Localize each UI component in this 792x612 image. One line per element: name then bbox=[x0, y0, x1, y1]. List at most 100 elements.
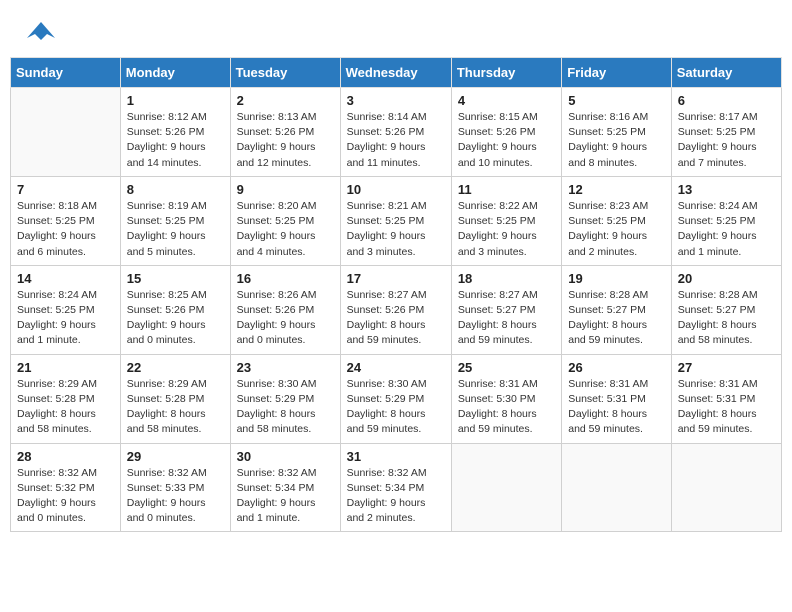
day-cell: 24 Sunrise: 8:30 AM Sunset: 5:29 PM Dayli… bbox=[340, 354, 451, 443]
day-number: 31 bbox=[347, 449, 445, 464]
day-number: 4 bbox=[458, 93, 555, 108]
day-cell: 31 Sunrise: 8:32 AM Sunset: 5:34 PM Dayli… bbox=[340, 443, 451, 532]
week-row-1: 7 Sunrise: 8:18 AM Sunset: 5:25 PM Daylig… bbox=[11, 176, 782, 265]
day-cell: 19 Sunrise: 8:28 AM Sunset: 5:27 PM Dayli… bbox=[562, 265, 671, 354]
day-info: Sunrise: 8:12 AM Sunset: 5:26 PM Dayligh… bbox=[127, 110, 224, 171]
day-number: 2 bbox=[237, 93, 334, 108]
day-cell: 10 Sunrise: 8:21 AM Sunset: 5:25 PM Dayli… bbox=[340, 176, 451, 265]
day-cell bbox=[11, 88, 121, 177]
day-info: Sunrise: 8:32 AM Sunset: 5:33 PM Dayligh… bbox=[127, 466, 224, 527]
day-info: Sunrise: 8:22 AM Sunset: 5:25 PM Dayligh… bbox=[458, 199, 555, 260]
day-number: 8 bbox=[127, 182, 224, 197]
day-number: 25 bbox=[458, 360, 555, 375]
day-number: 18 bbox=[458, 271, 555, 286]
day-number: 14 bbox=[17, 271, 114, 286]
day-cell: 23 Sunrise: 8:30 AM Sunset: 5:29 PM Dayli… bbox=[230, 354, 340, 443]
day-info: Sunrise: 8:25 AM Sunset: 5:26 PM Dayligh… bbox=[127, 288, 224, 349]
day-number: 20 bbox=[678, 271, 775, 286]
day-cell: 12 Sunrise: 8:23 AM Sunset: 5:25 PM Dayli… bbox=[562, 176, 671, 265]
page-header bbox=[10, 10, 782, 52]
day-info: Sunrise: 8:18 AM Sunset: 5:25 PM Dayligh… bbox=[17, 199, 114, 260]
day-info: Sunrise: 8:21 AM Sunset: 5:25 PM Dayligh… bbox=[347, 199, 445, 260]
day-cell: 15Sunrise: 8:25 AM Sunset: 5:26 PM Dayli… bbox=[120, 265, 230, 354]
weekday-wednesday: Wednesday bbox=[340, 58, 451, 88]
day-cell: 7 Sunrise: 8:18 AM Sunset: 5:25 PM Daylig… bbox=[11, 176, 121, 265]
day-number: 22 bbox=[127, 360, 224, 375]
day-info: Sunrise: 8:26 AM Sunset: 5:26 PM Dayligh… bbox=[237, 288, 334, 349]
day-info: Sunrise: 8:28 AM Sunset: 5:27 PM Dayligh… bbox=[568, 288, 664, 349]
day-cell: 29 Sunrise: 8:32 AM Sunset: 5:33 PM Dayli… bbox=[120, 443, 230, 532]
day-number: 11 bbox=[458, 182, 555, 197]
day-number: 1 bbox=[127, 93, 224, 108]
day-cell: 22 Sunrise: 8:29 AM Sunset: 5:28 PM Dayli… bbox=[120, 354, 230, 443]
day-info: Sunrise: 8:30 AM Sunset: 5:29 PM Dayligh… bbox=[347, 377, 445, 438]
day-info: Sunrise: 8:19 AM Sunset: 5:25 PM Dayligh… bbox=[127, 199, 224, 260]
day-info: Sunrise: 8:31 AM Sunset: 5:31 PM Dayligh… bbox=[568, 377, 664, 438]
day-number: 6 bbox=[678, 93, 775, 108]
day-info: Sunrise: 8:32 AM Sunset: 5:34 PM Dayligh… bbox=[347, 466, 445, 527]
day-number: 3 bbox=[347, 93, 445, 108]
day-info: Sunrise: 8:16 AM Sunset: 5:25 PM Dayligh… bbox=[568, 110, 664, 171]
day-info: Sunrise: 8:31 AM Sunset: 5:31 PM Dayligh… bbox=[678, 377, 775, 438]
day-number: 9 bbox=[237, 182, 334, 197]
day-info: Sunrise: 8:14 AM Sunset: 5:26 PM Dayligh… bbox=[347, 110, 445, 171]
day-info: Sunrise: 8:15 AM Sunset: 5:26 PM Dayligh… bbox=[458, 110, 555, 171]
day-number: 10 bbox=[347, 182, 445, 197]
day-number: 27 bbox=[678, 360, 775, 375]
day-cell: 18 Sunrise: 8:27 AM Sunset: 5:27 PM Dayli… bbox=[451, 265, 561, 354]
day-cell: 21 Sunrise: 8:29 AM Sunset: 5:28 PM Dayli… bbox=[11, 354, 121, 443]
day-cell: 9Sunrise: 8:20 AM Sunset: 5:25 PM Daylig… bbox=[230, 176, 340, 265]
day-info: Sunrise: 8:23 AM Sunset: 5:25 PM Dayligh… bbox=[568, 199, 664, 260]
day-info: Sunrise: 8:17 AM Sunset: 5:25 PM Dayligh… bbox=[678, 110, 775, 171]
day-number: 30 bbox=[237, 449, 334, 464]
day-info: Sunrise: 8:28 AM Sunset: 5:27 PM Dayligh… bbox=[678, 288, 775, 349]
day-info: Sunrise: 8:24 AM Sunset: 5:25 PM Dayligh… bbox=[17, 288, 114, 349]
day-info: Sunrise: 8:29 AM Sunset: 5:28 PM Dayligh… bbox=[17, 377, 114, 438]
day-number: 24 bbox=[347, 360, 445, 375]
day-info: Sunrise: 8:32 AM Sunset: 5:32 PM Dayligh… bbox=[17, 466, 114, 527]
day-number: 17 bbox=[347, 271, 445, 286]
week-row-3: 21 Sunrise: 8:29 AM Sunset: 5:28 PM Dayli… bbox=[11, 354, 782, 443]
day-info: Sunrise: 8:13 AM Sunset: 5:26 PM Dayligh… bbox=[237, 110, 334, 171]
day-number: 16 bbox=[237, 271, 334, 286]
day-number: 7 bbox=[17, 182, 114, 197]
weekday-sunday: Sunday bbox=[11, 58, 121, 88]
day-number: 23 bbox=[237, 360, 334, 375]
weekday-thursday: Thursday bbox=[451, 58, 561, 88]
day-cell: 14 Sunrise: 8:24 AM Sunset: 5:25 PM Dayli… bbox=[11, 265, 121, 354]
day-info: Sunrise: 8:31 AM Sunset: 5:30 PM Dayligh… bbox=[458, 377, 555, 438]
day-cell: 11 Sunrise: 8:22 AM Sunset: 5:25 PM Dayli… bbox=[451, 176, 561, 265]
logo bbox=[25, 20, 55, 47]
day-info: Sunrise: 8:27 AM Sunset: 5:26 PM Dayligh… bbox=[347, 288, 445, 349]
day-cell: 26 Sunrise: 8:31 AM Sunset: 5:31 PM Dayli… bbox=[562, 354, 671, 443]
day-cell bbox=[671, 443, 781, 532]
day-number: 5 bbox=[568, 93, 664, 108]
day-info: Sunrise: 8:30 AM Sunset: 5:29 PM Dayligh… bbox=[237, 377, 334, 438]
day-cell: 6 Sunrise: 8:17 AM Sunset: 5:25 PM Daylig… bbox=[671, 88, 781, 177]
calendar-body: 1 Sunrise: 8:12 AM Sunset: 5:26 PM Daylig… bbox=[11, 88, 782, 532]
day-cell: 5 Sunrise: 8:16 AM Sunset: 5:25 PM Daylig… bbox=[562, 88, 671, 177]
weekday-header-row: SundayMondayTuesdayWednesdayThursdayFrid… bbox=[11, 58, 782, 88]
logo-text bbox=[25, 20, 55, 47]
day-cell bbox=[562, 443, 671, 532]
day-number: 19 bbox=[568, 271, 664, 286]
day-cell: 25 Sunrise: 8:31 AM Sunset: 5:30 PM Dayli… bbox=[451, 354, 561, 443]
day-number: 12 bbox=[568, 182, 664, 197]
day-info: Sunrise: 8:29 AM Sunset: 5:28 PM Dayligh… bbox=[127, 377, 224, 438]
day-cell: 16 Sunrise: 8:26 AM Sunset: 5:26 PM Dayli… bbox=[230, 265, 340, 354]
day-cell: 20 Sunrise: 8:28 AM Sunset: 5:27 PM Dayli… bbox=[671, 265, 781, 354]
day-number: 26 bbox=[568, 360, 664, 375]
day-info: Sunrise: 8:24 AM Sunset: 5:25 PM Dayligh… bbox=[678, 199, 775, 260]
week-row-4: 28 Sunrise: 8:32 AM Sunset: 5:32 PM Dayli… bbox=[11, 443, 782, 532]
logo-bird-icon bbox=[27, 20, 55, 42]
week-row-0: 1 Sunrise: 8:12 AM Sunset: 5:26 PM Daylig… bbox=[11, 88, 782, 177]
week-row-2: 14 Sunrise: 8:24 AM Sunset: 5:25 PM Dayli… bbox=[11, 265, 782, 354]
day-cell: 13Sunrise: 8:24 AM Sunset: 5:25 PM Dayli… bbox=[671, 176, 781, 265]
day-info: Sunrise: 8:27 AM Sunset: 5:27 PM Dayligh… bbox=[458, 288, 555, 349]
day-number: 28 bbox=[17, 449, 114, 464]
day-number: 29 bbox=[127, 449, 224, 464]
day-cell: 3 Sunrise: 8:14 AM Sunset: 5:26 PM Daylig… bbox=[340, 88, 451, 177]
day-number: 21 bbox=[17, 360, 114, 375]
day-cell: 27 Sunrise: 8:31 AM Sunset: 5:31 PM Dayli… bbox=[671, 354, 781, 443]
day-info: Sunrise: 8:32 AM Sunset: 5:34 PM Dayligh… bbox=[237, 466, 334, 527]
